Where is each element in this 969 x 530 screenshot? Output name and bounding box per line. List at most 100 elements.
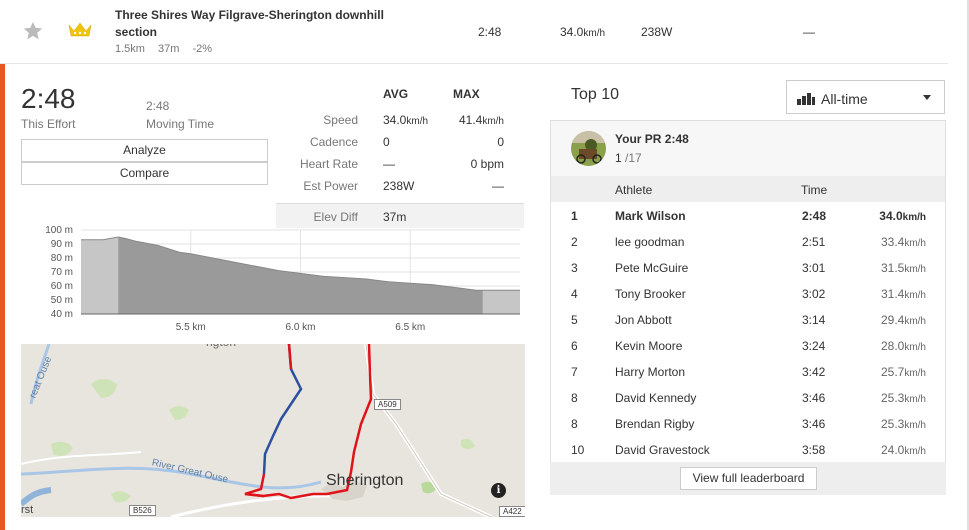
chart-y-tick-label: 100 m (45, 225, 73, 236)
rank: 8 (571, 417, 578, 431)
speed-unit: km/h (904, 264, 926, 275)
bar-chart-icon (797, 93, 815, 105)
leaderboard-row[interactable]: 4 Tony Brooker 3:02 31.4km/h (551, 280, 945, 306)
athlete-name[interactable]: Kevin Moore (615, 339, 682, 353)
speed-unit: km/h (904, 290, 926, 301)
column-athlete[interactable]: Athlete (615, 183, 652, 197)
leaderboard-row[interactable]: 3 Pete McGuire 3:01 31.5km/h (551, 254, 945, 280)
caret-down-icon (923, 95, 931, 100)
map-road-badge: B526 (129, 505, 156, 516)
moving-time: 2:48 (146, 99, 170, 113)
athlete-name[interactable]: David Kennedy (615, 391, 696, 405)
rank: 4 (571, 287, 578, 301)
avatar[interactable] (571, 131, 606, 166)
speed-value: 28.0 (880, 339, 905, 353)
leaderboard: Your PR 2:48 1 /17 Athlete Time 1 Mark Wi… (550, 120, 946, 495)
period-dropdown[interactable]: All-time (786, 80, 945, 114)
stat-max-unit: km/h (482, 116, 504, 127)
stat-max-unit: bpm (477, 157, 504, 171)
effort-time: 3:02 (802, 287, 826, 301)
map-road-badge: A422 (499, 506, 525, 517)
column-time[interactable]: Time (801, 183, 827, 197)
chart-x-tick-label: 6.5 km (395, 322, 425, 333)
stat-max: 0 bpm (471, 157, 504, 171)
chart-x-tick-label: 6.0 km (285, 322, 315, 333)
info-icon[interactable]: i (491, 483, 506, 498)
leaderboard-row[interactable]: 2 lee goodman 2:51 33.4km/h (551, 228, 945, 254)
stat-label: Est Power (303, 179, 358, 193)
effort-time: 2:48 (21, 83, 76, 114)
effort-time: 3:14 (802, 313, 826, 327)
route-map[interactable]: ngton reat Ouse River Great Ouse Shering… (21, 344, 525, 517)
personal-record-rank: 1 /17 (615, 151, 642, 165)
leaderboard-row[interactable]: 10 David Gravestock 3:58 24.0km/h (551, 436, 945, 462)
rank: 7 (571, 365, 578, 379)
leaderboard-row[interactable]: 5 Jon Abbott 3:14 29.4km/h (551, 306, 945, 332)
speed-value: 34.0 (879, 209, 903, 223)
leaderboard-row[interactable]: 7 Harry Morton 3:42 25.7km/h (551, 358, 945, 384)
segment-speed-unit: km/h (583, 28, 606, 39)
stat-avg: — (383, 157, 395, 171)
leaderboard-header: Athlete Time (551, 176, 945, 202)
speed: 31.5km/h (881, 261, 926, 275)
stat-avg: 34.0km/h (383, 113, 428, 127)
stat-avg-unit: km/h (406, 116, 429, 127)
map-place-fragment: rst (21, 504, 34, 516)
avg-header: AVG (383, 87, 409, 101)
athlete-name[interactable]: Brendan Rigby (615, 417, 694, 431)
rank: 1 (571, 209, 578, 223)
segment-row[interactable]: Three Shires Way Filgrave-Sherington dow… (0, 0, 948, 64)
speed-unit: km/h (904, 316, 926, 327)
segment-name[interactable]: Three Shires Way Filgrave-Sherington dow… (115, 7, 415, 41)
analyze-button[interactable]: Analyze (21, 139, 268, 162)
speed-value: 25.3 (880, 391, 905, 405)
speed: 33.4km/h (881, 235, 926, 249)
leaderboard-row[interactable]: 8 David Kennedy 3:46 25.3km/h (551, 384, 945, 410)
speed: 25.7km/h (881, 365, 926, 379)
view-full-leaderboard-button[interactable]: View full leaderboard (680, 467, 817, 490)
speed: 25.3km/h (881, 417, 926, 431)
athlete-name[interactable]: David Gravestock (615, 443, 710, 457)
effort-time: 2:51 (802, 235, 826, 249)
stat-avg-value: 34.0 (383, 113, 407, 127)
compare-button[interactable]: Compare (21, 162, 268, 185)
speed-value: 29.4 (880, 313, 905, 327)
stat-max: 41.4km/h (459, 113, 504, 127)
stat-avg: 238W (383, 179, 415, 193)
chart-y-tick-label: 40 m (51, 309, 73, 320)
leaderboard-row[interactable]: 8 Brendan Rigby 3:46 25.3km/h (551, 410, 945, 436)
athlete-name[interactable]: lee goodman (615, 235, 684, 249)
rank: 8 (571, 391, 578, 405)
speed-unit: km/h (904, 238, 926, 249)
speed-unit: km/h (904, 420, 926, 431)
athlete-name[interactable]: Mark Wilson (615, 209, 686, 223)
effort-time: 3:01 (802, 261, 826, 275)
athlete-name[interactable]: Harry Morton (615, 365, 685, 379)
star-icon[interactable] (22, 20, 44, 42)
athlete-name[interactable]: Pete McGuire (615, 261, 688, 275)
elevation-chart[interactable]: 100 m 90 m 80 m 70 m 60 m 50 m 40 m 5.5 km 6.0 k… (21, 222, 521, 342)
map-base (21, 344, 525, 517)
map-place-fragment: ngton (206, 344, 236, 349)
segment-power: 238W (641, 25, 673, 39)
speed-value: 33.4 (880, 235, 905, 249)
chart-y-tick-label: 80 m (51, 253, 73, 264)
speed-value: 24.0 (880, 443, 905, 457)
speed: 34.0km/h (879, 209, 926, 223)
effort-stats-table: AVG MAX Speed 34.0km/h 41.4km/h Cadence … (276, 82, 524, 228)
speed-unit: km/h (904, 394, 926, 405)
segment-speed: 34.0km/h (560, 25, 605, 39)
segment-distance: 1.5km (115, 43, 145, 55)
effort-time: 3:46 (802, 391, 826, 405)
leaderboard-row[interactable]: 6 Kevin Moore 3:24 28.0km/h (551, 332, 945, 358)
personal-record-label: Your PR 2:48 (615, 132, 689, 146)
segment-meta: 1.5km 37m -2% (115, 43, 222, 55)
period-label: All-time (821, 91, 868, 107)
athlete-name[interactable]: Jon Abbott (615, 313, 672, 327)
speed-value: 31.4 (880, 287, 905, 301)
rank: 3 (571, 261, 578, 275)
stat-label: Speed (323, 113, 358, 127)
chart-y-tick-label: 60 m (51, 281, 73, 292)
athlete-name[interactable]: Tony Brooker (615, 287, 686, 301)
leaderboard-row[interactable]: 1 Mark Wilson 2:48 34.0km/h (551, 202, 945, 228)
